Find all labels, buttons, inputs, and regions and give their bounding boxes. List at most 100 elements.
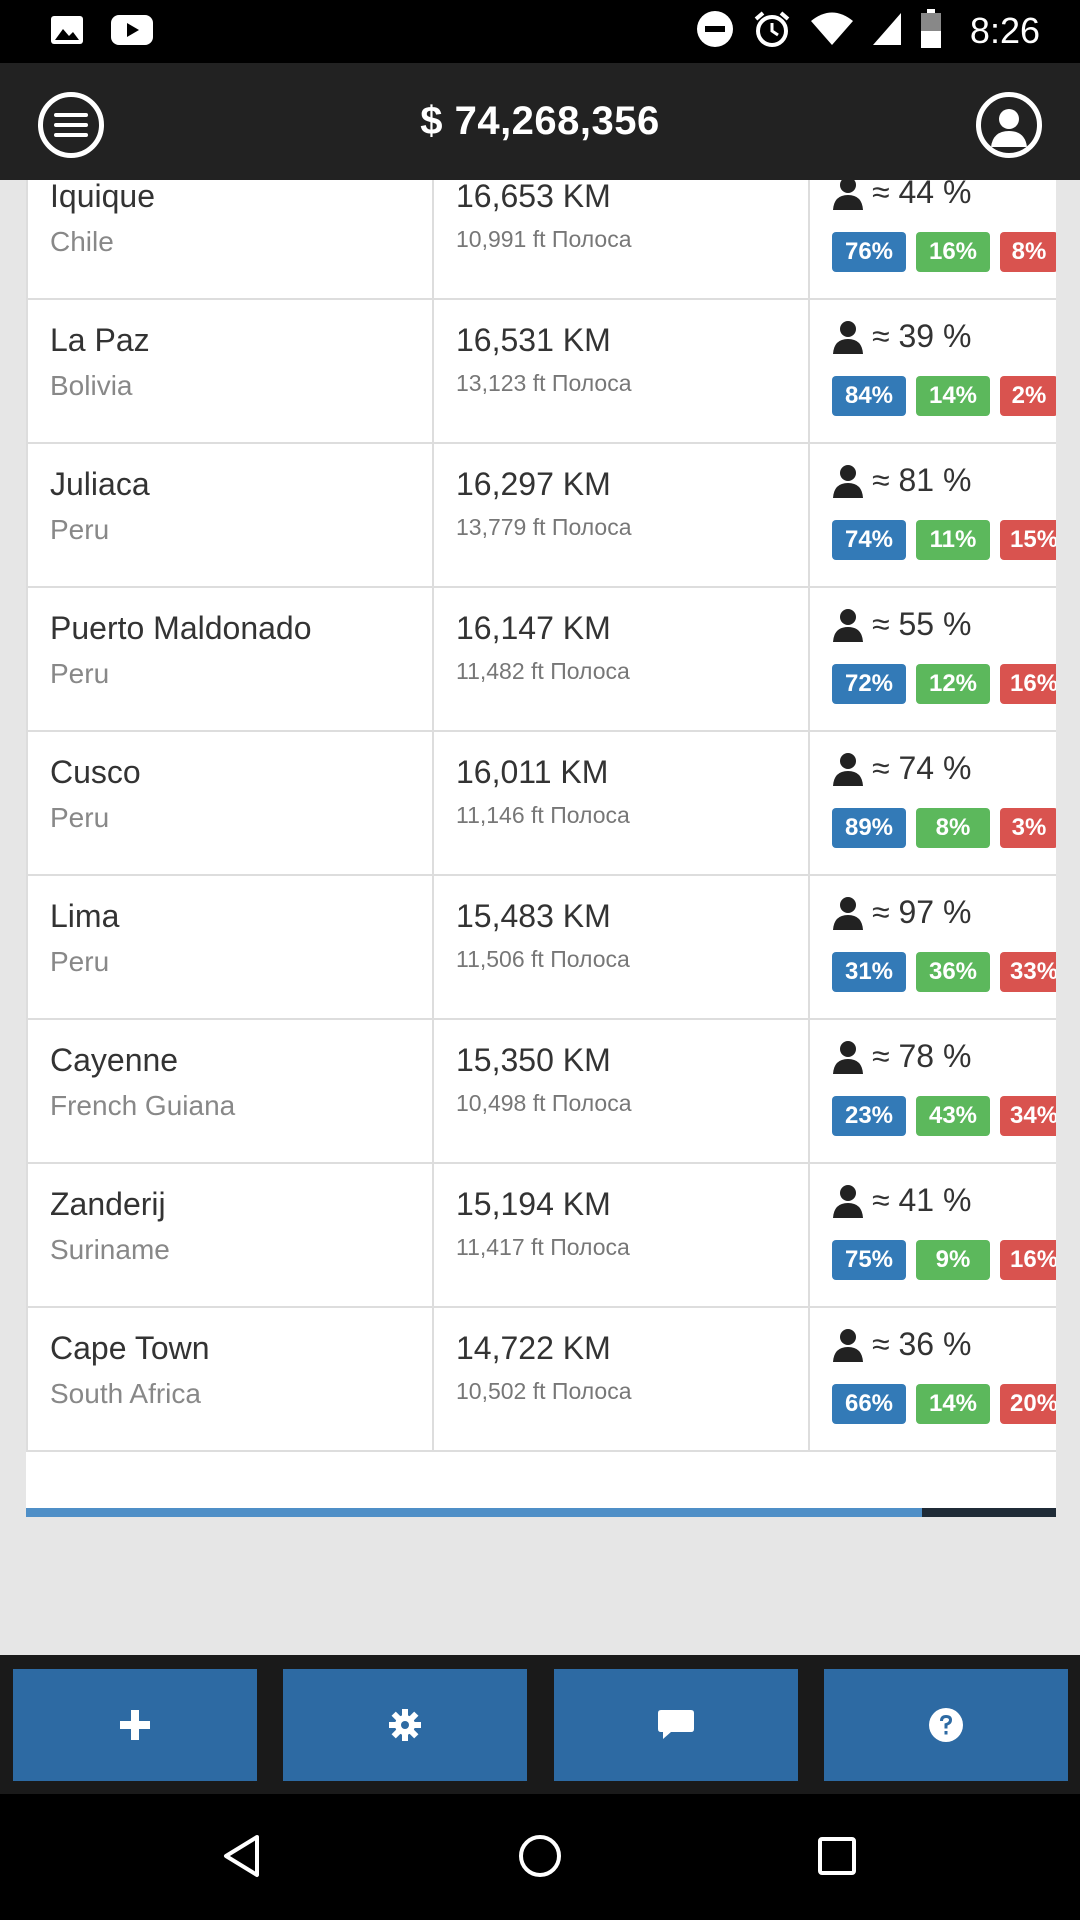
demand-badge-red: 2%	[1000, 376, 1056, 416]
country-name: Peru	[50, 802, 110, 833]
route-row[interactable]: La Paz Bolivia 16,531 KM 13,123 ft Полос…	[26, 300, 1056, 444]
signal-icon	[872, 12, 902, 51]
load-factor-value: ≈ 55 %	[872, 606, 972, 642]
demand-badge-green: 12%	[916, 664, 990, 704]
load-factor-value: ≈ 39 %	[872, 318, 972, 354]
country-name: South Africa	[50, 1378, 201, 1409]
load-factor-value: ≈ 36 %	[872, 1326, 972, 1362]
route-distance: 16,147 KM	[456, 610, 611, 646]
country-name: Chile	[50, 226, 114, 257]
load-factor-value: ≈ 44 %	[872, 180, 972, 210]
demand-badge-blue: 23%	[832, 1096, 906, 1136]
demand-badge-red: 16%	[1000, 664, 1056, 704]
runway-length: 13,123 ft Полоса	[456, 370, 632, 396]
city-name: Cape Town	[50, 1330, 210, 1366]
runway-length: 10,991 ft Полоса	[456, 226, 632, 252]
image-icon	[50, 15, 84, 50]
demand-badge-blue: 84%	[832, 376, 906, 416]
scroll-progress-bar	[26, 1508, 1056, 1517]
add-button[interactable]	[13, 1669, 257, 1781]
country-name: Peru	[50, 658, 110, 689]
runway-length: 11,146 ft Полоса	[456, 802, 630, 828]
load-factor: ≈ 41 %	[832, 1182, 971, 1219]
city-cell: Zanderij Suriname	[28, 1164, 434, 1306]
demand-badge-green: 14%	[916, 376, 990, 416]
load-factor: ≈ 39 %	[832, 318, 971, 355]
person-icon	[833, 1040, 863, 1074]
chat-icon	[658, 1710, 694, 1739]
balance-display: $ 74,268,356	[420, 99, 660, 143]
runway-length: 11,506 ft Полоса	[456, 946, 630, 972]
distance-cell: 15,350 KM 10,498 ft Полоса	[434, 1020, 810, 1162]
load-factor: ≈ 78 %	[832, 1038, 971, 1075]
route-row[interactable]: Cayenne French Guiana 15,350 KM 10,498 f…	[26, 1020, 1056, 1164]
battery-icon	[920, 8, 942, 54]
city-cell: Juliaca Peru	[28, 444, 434, 586]
demand-badge-green: 8%	[916, 808, 990, 848]
route-row[interactable]: Puerto Maldonado Peru 16,147 KM 11,482 f…	[26, 588, 1056, 732]
profile-button[interactable]	[976, 92, 1042, 158]
demand-badges: 31% 36% 33%	[832, 952, 1056, 992]
runway-length: 11,482 ft Полоса	[456, 658, 630, 684]
stats-cell: ≈ 97 % 31% 36% 33%	[810, 876, 1056, 1018]
plus-icon	[120, 1710, 150, 1740]
load-factor: ≈ 74 %	[832, 750, 971, 787]
settings-button[interactable]	[283, 1669, 527, 1781]
distance-cell: 14,722 KM 10,502 ft Полоса	[434, 1308, 810, 1450]
stats-cell: ≈ 74 % 89% 8% 3%	[810, 732, 1056, 874]
city-name: Puerto Maldonado	[50, 610, 312, 646]
demand-badge-green: 16%	[916, 232, 990, 272]
demand-badge-blue: 31%	[832, 952, 906, 992]
demand-badge-red: 15%	[1000, 520, 1056, 560]
scroll-progress-fill	[26, 1508, 923, 1517]
route-row[interactable]: Iquique Chile 16,653 KM 10,991 ft Полоса…	[26, 180, 1056, 300]
route-row[interactable]: Lima Peru 15,483 KM 11,506 ft Полоса ≈ 9…	[26, 876, 1056, 1020]
route-row[interactable]: Juliaca Peru 16,297 KM 13,779 ft Полоса …	[26, 444, 1056, 588]
runway-length: 10,502 ft Полоса	[456, 1378, 632, 1404]
help-button[interactable]	[824, 1669, 1068, 1781]
stats-cell: ≈ 81 % 74% 11% 15%	[810, 444, 1056, 586]
demand-badge-red: 34%	[1000, 1096, 1056, 1136]
stats-cell: ≈ 39 % 84% 14% 2%	[810, 300, 1056, 442]
stats-cell: ≈ 41 % 75% 9% 16%	[810, 1164, 1056, 1306]
city-cell: Iquique Chile	[28, 180, 434, 298]
city-name: Iquique	[50, 180, 155, 214]
city-name: Cayenne	[50, 1042, 179, 1078]
nav-home-button[interactable]	[510, 1826, 570, 1886]
route-distance: 16,011 KM	[456, 754, 609, 790]
route-distance: 15,194 KM	[456, 1186, 611, 1222]
demand-badge-red: 8%	[1000, 232, 1056, 272]
route-distance: 16,531 KM	[456, 322, 611, 358]
runway-length: 10,498 ft Полоса	[456, 1090, 632, 1116]
route-row[interactable]: Cape Town South Africa 14,722 KM 10,502 …	[26, 1308, 1056, 1452]
country-name: Bolivia	[50, 370, 133, 401]
route-distance: 15,483 KM	[456, 898, 611, 934]
demand-badges: 66% 14% 20%	[832, 1384, 1056, 1424]
routes-content[interactable]: Iquique Chile 16,653 KM 10,991 ft Полоса…	[0, 180, 1080, 1655]
route-row[interactable]: Cusco Peru 16,011 KM 11,146 ft Полоса ≈ …	[26, 732, 1056, 876]
load-factor: ≈ 36 %	[832, 1326, 971, 1363]
distance-cell: 16,531 KM 13,123 ft Полоса	[434, 300, 810, 442]
demand-badges: 89% 8% 3%	[832, 808, 1056, 848]
route-distance: 15,350 KM	[456, 1042, 611, 1078]
nav-recents-button[interactable]	[807, 1826, 867, 1886]
route-distance: 16,297 KM	[456, 466, 611, 502]
nav-back-button[interactable]	[211, 1826, 271, 1886]
load-factor-value: ≈ 81 %	[872, 462, 972, 498]
home-icon	[519, 1835, 561, 1877]
country-name: Peru	[50, 514, 110, 545]
person-icon	[833, 180, 863, 210]
person-icon	[833, 752, 863, 786]
stats-cell: ≈ 55 % 72% 12% 16%	[810, 588, 1056, 730]
wifi-icon	[810, 12, 854, 51]
route-row[interactable]: Zanderij Suriname 15,194 KM 11,417 ft По…	[26, 1164, 1056, 1308]
demand-badges: 74% 11% 15%	[832, 520, 1056, 560]
back-icon	[224, 1835, 259, 1877]
do-not-disturb-icon	[696, 10, 734, 53]
person-icon	[833, 896, 863, 930]
demand-badge-green: 11%	[916, 520, 990, 560]
chat-button[interactable]	[554, 1669, 798, 1781]
system-nav-bar	[0, 1794, 1080, 1920]
load-factor: ≈ 97 %	[832, 894, 971, 931]
distance-cell: 16,011 KM 11,146 ft Полоса	[434, 732, 810, 874]
